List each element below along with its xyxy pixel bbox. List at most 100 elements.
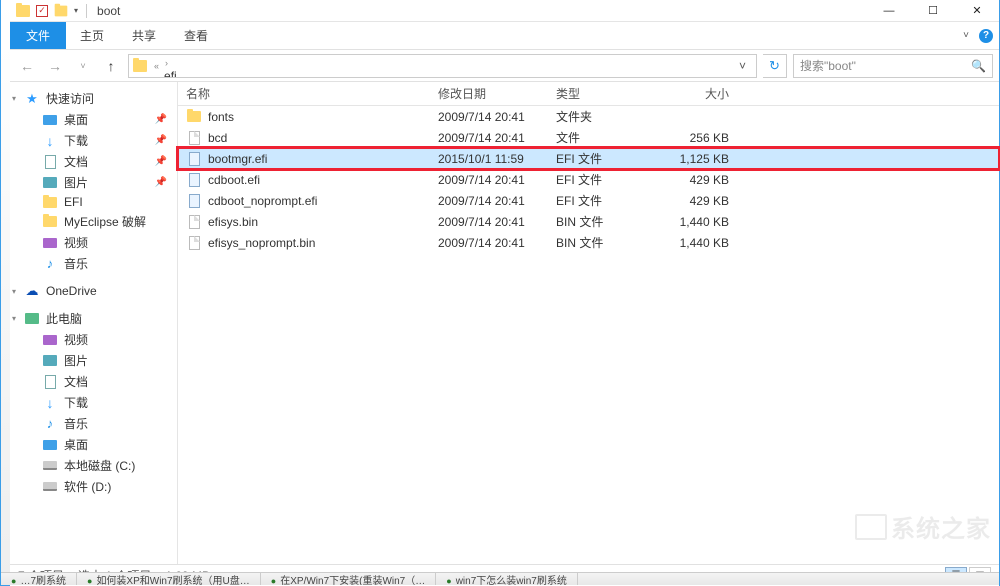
help-icon[interactable]: ?	[979, 29, 993, 43]
sidebar-item-label: 文档	[64, 373, 88, 390]
file-date: 2015/10/1 11:59	[430, 152, 548, 166]
sidebar-item[interactable]: ♪音乐	[10, 253, 177, 274]
file-row[interactable]: bootmgr.efi2015/10/1 11:59EFI 文件1,125 KB	[178, 148, 999, 169]
qat-properties-icon[interactable]: ✓	[36, 5, 48, 17]
sidebar-item[interactable]: MyEclipse 破解	[10, 211, 177, 232]
item-icon	[42, 480, 58, 494]
file-row[interactable]: cdboot.efi2009/7/14 20:41EFI 文件429 KB	[178, 169, 999, 190]
breadcrumb-expand-icon[interactable]: ˅	[733, 59, 752, 73]
sidebar-quick-access[interactable]: ★ 快速访问	[10, 88, 177, 109]
sidebar-item[interactable]: 文档	[10, 371, 177, 392]
star-icon: ★	[24, 92, 40, 106]
sidebar-item[interactable]: ↓下载📌	[10, 130, 177, 151]
music-icon: ♪	[42, 257, 58, 271]
sidebar-item-label: 视频	[64, 234, 88, 251]
file-row[interactable]: efisys_noprompt.bin2009/7/14 20:41BIN 文件…	[178, 232, 999, 253]
ribbon-expand-icon[interactable]: ˅	[959, 30, 973, 41]
sidebar-item[interactable]: 图片	[10, 350, 177, 371]
file-icon	[186, 130, 202, 146]
qat-newfolder-icon[interactable]	[55, 5, 68, 16]
taskbar-item[interactable]: ●在XP/Win7下安装(重装Win7（…	[261, 572, 436, 585]
sidebar-item[interactable]: 桌面	[10, 434, 177, 455]
item-icon	[42, 438, 58, 452]
item-icon	[42, 155, 58, 169]
file-row[interactable]: bcd2009/7/14 20:41文件256 KB	[178, 127, 999, 148]
up-button[interactable]: ↑	[100, 55, 122, 77]
file-icon	[186, 193, 202, 209]
sidebar-item-label: 下载	[64, 132, 88, 149]
file-type: BIN 文件	[548, 234, 648, 251]
sidebar-thispc-label: 此电脑	[46, 310, 82, 327]
breadcrumb[interactable]: « 文档 (E:)›压缩文件›cn_windows_7_professional…	[128, 54, 757, 78]
file-icon	[186, 109, 202, 125]
qat-customize-icon[interactable]: ▾	[74, 6, 78, 15]
file-size: 256 KB	[648, 131, 738, 145]
sidebar-item-label: 图片	[64, 174, 88, 191]
column-size[interactable]: 大小	[648, 85, 738, 102]
search-box[interactable]: 🔍	[793, 54, 993, 78]
sidebar-this-pc[interactable]: 此电脑	[10, 308, 177, 329]
item-icon	[42, 236, 58, 250]
sidebar-onedrive[interactable]: ☁ OneDrive	[10, 282, 177, 300]
minimize-button[interactable]: ―	[867, 0, 911, 22]
forward-button[interactable]: →	[44, 55, 66, 77]
file-name: cdboot_noprompt.efi	[208, 194, 317, 208]
column-name[interactable]: 名称	[178, 85, 430, 102]
pc-icon	[24, 312, 40, 326]
ribbon: 文件 主页 共享 查看 ˅ ?	[10, 22, 999, 50]
breadcrumb-segment[interactable]: efi	[162, 69, 342, 78]
file-list[interactable]: 名称 修改日期 类型 大小 fonts2009/7/14 20:41文件夹bcd…	[178, 82, 999, 564]
maximize-button[interactable]: ☐	[911, 0, 955, 22]
breadcrumb-segment[interactable]: cn_windows_7_professional_x64	[162, 54, 342, 55]
tab-home[interactable]: 主页	[66, 22, 118, 49]
sidebar-item[interactable]: ↓下载	[10, 392, 177, 413]
file-row[interactable]: cdboot_noprompt.efi2009/7/14 20:41EFI 文件…	[178, 190, 999, 211]
column-type[interactable]: 类型	[548, 85, 648, 102]
item-icon	[42, 333, 58, 347]
file-name: bootmgr.efi	[208, 152, 267, 166]
cloud-icon: ☁	[24, 284, 40, 298]
tab-share[interactable]: 共享	[118, 22, 170, 49]
window-title: boot	[97, 4, 120, 18]
sidebar-item[interactable]: 视频	[10, 329, 177, 350]
close-button[interactable]: ✕	[955, 0, 999, 22]
file-row[interactable]: efisys.bin2009/7/14 20:41BIN 文件1,440 KB	[178, 211, 999, 232]
back-button[interactable]: ←	[16, 55, 38, 77]
sidebar-item-label: 视频	[64, 331, 88, 348]
chevron-right-icon[interactable]: ›	[165, 58, 168, 68]
column-headers: 名称 修改日期 类型 大小	[178, 82, 999, 106]
file-row[interactable]: fonts2009/7/14 20:41文件夹	[178, 106, 999, 127]
pin-icon: 📌	[155, 135, 167, 146]
search-icon[interactable]: 🔍	[971, 59, 986, 73]
sidebar-item[interactable]: 文档📌	[10, 151, 177, 172]
item-icon	[42, 354, 58, 368]
recent-dropdown[interactable]: ˅	[72, 55, 94, 77]
column-date[interactable]: 修改日期	[430, 85, 548, 102]
pin-icon: 📌	[155, 177, 167, 188]
tab-view[interactable]: 查看	[170, 22, 222, 49]
item-icon	[42, 176, 58, 190]
breadcrumb-overflow[interactable]: «	[154, 61, 159, 71]
sidebar-item-label: 本地磁盘 (C:)	[64, 457, 135, 474]
file-tab[interactable]: 文件	[10, 22, 66, 49]
sidebar-item[interactable]: 本地磁盘 (C:)	[10, 455, 177, 476]
sidebar-item[interactable]: 桌面📌	[10, 109, 177, 130]
address-bar: ← → ˅ ↑ « 文档 (E:)›压缩文件›cn_windows_7_prof…	[10, 50, 999, 82]
file-date: 2009/7/14 20:41	[430, 173, 548, 187]
sidebar-item[interactable]: 软件 (D:)	[10, 476, 177, 497]
sidebar-item[interactable]: 视频	[10, 232, 177, 253]
file-name: cdboot.efi	[208, 173, 260, 187]
sidebar-item-label: 文档	[64, 153, 88, 170]
sidebar-item[interactable]: EFI	[10, 193, 177, 211]
taskbar-item[interactable]: ●如何装XP和Win7刷系统（用U盘…	[77, 572, 261, 585]
item-icon	[42, 215, 58, 229]
pin-icon: 📌	[155, 114, 167, 125]
navigation-pane[interactable]: ★ 快速访问 桌面📌↓下载📌文档📌图片📌EFIMyEclipse 破解视频♪音乐…	[10, 82, 178, 564]
sidebar-item[interactable]: 图片 📌	[10, 172, 177, 193]
file-size: 429 KB	[648, 194, 738, 208]
refresh-button[interactable]: ↻	[763, 54, 787, 78]
search-input[interactable]	[800, 59, 971, 73]
sidebar-item[interactable]: ♪音乐	[10, 413, 177, 434]
taskbar-item[interactable]: ●…7刷系统	[1, 572, 77, 585]
taskbar-item[interactable]: ●win7下怎么装win7刷系统	[436, 572, 578, 585]
